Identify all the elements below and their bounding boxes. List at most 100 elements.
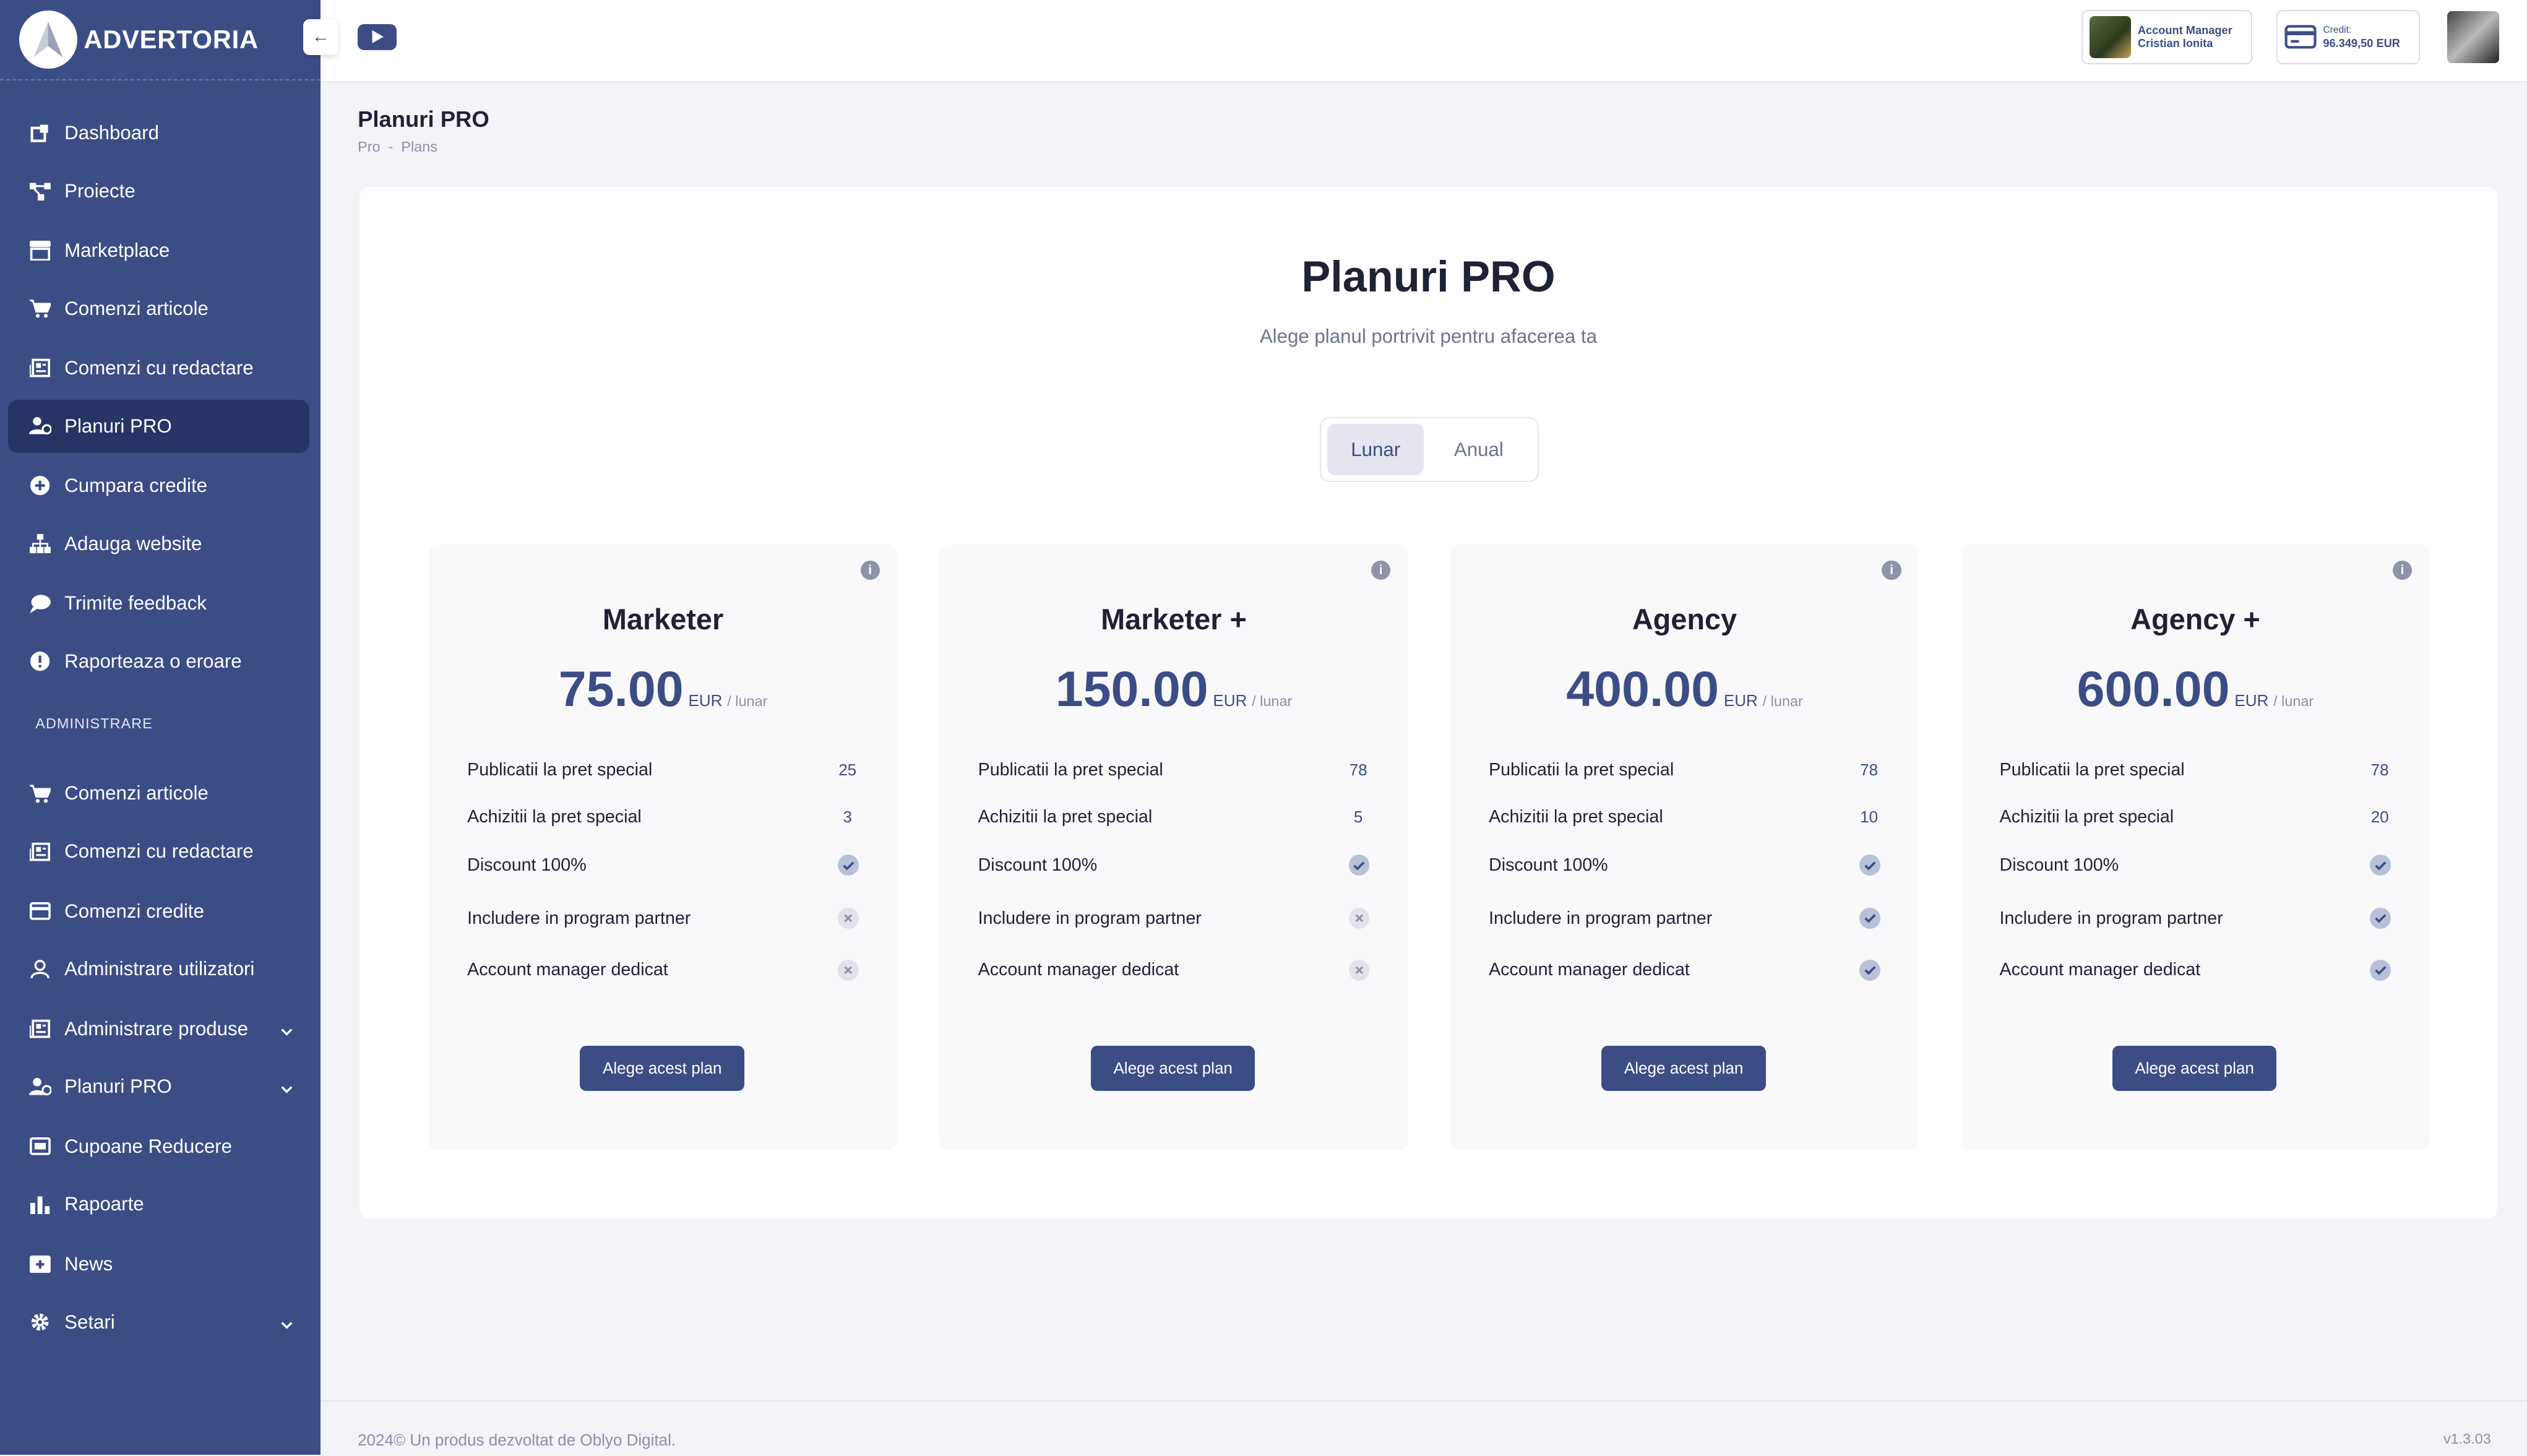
user-shield-icon (28, 1075, 52, 1098)
sidebar-item-label: Administrare utilizatori (64, 958, 255, 980)
sidebar-item-label: Comenzi cu redactare (64, 357, 254, 379)
toggle-option-lunar[interactable]: Lunar (1327, 423, 1424, 476)
sidebar-item-admin-rapoarte[interactable]: Rapoarte (8, 1178, 309, 1231)
sidebar-item-proiecte[interactable]: Proiecte (8, 165, 309, 218)
price-currency: EUR (2234, 691, 2269, 710)
plan-price: 75.00 EUR / lunar (429, 661, 898, 718)
user-avatar[interactable] (2447, 11, 2499, 63)
chevron-down-icon[interactable] (280, 1078, 293, 1100)
check-icon (2370, 855, 2391, 876)
account-manager-card[interactable]: Account Manager Cristian Ionita (2081, 9, 2253, 65)
sidebar-item-comenzi-redactare[interactable]: Comenzi cu redactare (8, 342, 309, 395)
sidebar-item-label: Comenzi articole (64, 782, 209, 804)
sidebar-item-trimite-feedback[interactable]: Trimite feedback (8, 577, 309, 630)
sidebar-item-label: Administrare produse (64, 1017, 249, 1040)
info-icon[interactable]: i (1882, 561, 1901, 580)
price-currency: EUR (1723, 691, 1758, 710)
feature-row: Includere in program partner (1489, 902, 1880, 934)
sidebar-item-raporteaza-eroare[interactable]: Raporteaza o eroare (8, 635, 309, 688)
cart-icon (29, 297, 51, 319)
feature-value: 78 (1860, 760, 1879, 780)
sidebar-item-admin-comenzi-redactare[interactable]: Comenzi cu redactare (8, 825, 309, 878)
sidebar-item-label: Proiecte (64, 179, 136, 202)
plan-card-agency: i Agency 400.00 EUR / lunar Publicatii l… (1450, 545, 1919, 1151)
sidebar-item-cumpara-credite[interactable]: Cumpara credite (8, 459, 309, 512)
feature-label: Achizitii la pret special (1489, 806, 1663, 827)
price-period: / lunar (1762, 692, 1803, 709)
feature-label: Discount 100% (467, 855, 587, 875)
chevron-down-icon[interactable] (280, 1020, 293, 1042)
feature-row: Account manager dedicat (2000, 954, 2391, 986)
choose-plan-button[interactable]: Alege acest plan (1601, 1045, 1766, 1091)
breadcrumb-separator: - (388, 138, 394, 155)
user-shield-icon (28, 415, 52, 437)
feature-row: Account manager dedicat (467, 954, 859, 986)
sidebar-item-label: Rapoarte (64, 1193, 144, 1215)
feature-label: Publicatii la pret special (1999, 760, 2185, 780)
sidebar-item-admin-produse[interactable]: Administrare produse (8, 1002, 309, 1056)
check-icon (2370, 959, 2391, 981)
plan-price: 400.00 EUR / lunar (1450, 661, 1919, 718)
info-icon[interactable]: i (1371, 561, 1391, 580)
feature-row: Achizitii la pret special 5 (978, 801, 1370, 833)
price-period: / lunar (1252, 692, 1293, 709)
sidebar-item-admin-comenzi-articole[interactable]: Comenzi articole (8, 767, 309, 821)
choose-plan-button[interactable]: Alege acest plan (580, 1045, 745, 1091)
sidebar-item-comenzi-articole[interactable]: Comenzi articole (8, 282, 309, 335)
sidebar-item-label: Adauga website (64, 532, 202, 554)
sidebar-item-label: Comenzi articole (64, 297, 209, 319)
feature-row: Publicatii la pret special 78 (1489, 754, 1880, 786)
cart-icon (29, 782, 51, 804)
sidebar-item-admin-cupoane[interactable]: Cupoane Reducere (8, 1120, 309, 1173)
credit-label: Credit: (2323, 25, 2352, 36)
sidebar-item-admin-utilizatori[interactable]: Administrare utilizatori (8, 942, 309, 996)
play-icon (372, 30, 384, 44)
check-icon (838, 855, 859, 876)
account-manager-avatar (2089, 16, 2132, 58)
feature-value: 25 (838, 760, 857, 780)
credit-balance-card[interactable]: Credit: 96.349,50 EUR (2276, 9, 2421, 65)
choose-plan-button[interactable]: Alege acest plan (2112, 1045, 2277, 1091)
cross-icon (838, 959, 859, 981)
choose-plan-button[interactable]: Alege acest plan (1090, 1045, 1255, 1091)
sidebar-item-label: Raporteaza o eroare (64, 650, 242, 672)
feature-label: Achizitii la pret special (1999, 806, 2174, 827)
arrow-left-icon: ← (311, 27, 330, 47)
sidebar-item-planuri-pro[interactable]: Planuri PRO (8, 399, 309, 453)
sidebar-item-admin-planuri-pro[interactable]: Planuri PRO (8, 1060, 309, 1113)
sidebar-item-marketplace[interactable]: Marketplace (8, 224, 309, 277)
breadcrumb-item-pro[interactable]: Pro (358, 139, 380, 155)
credit-value: 96.349,50 EUR (2323, 37, 2400, 50)
sidebar-item-dashboard[interactable]: Dashboard (8, 106, 309, 160)
price-value: 150.00 (1055, 661, 1208, 717)
feature-value: 5 (1353, 807, 1363, 826)
feature-value: 20 (2370, 807, 2389, 826)
footer-copyright: 2024© Un produs dezvoltat de Oblyo Digit… (358, 1431, 676, 1450)
feature-row: Account manager dedicat (978, 954, 1370, 986)
sidebar-item-admin-comenzi-credite[interactable]: Comenzi credite (8, 885, 309, 938)
logo[interactable]: ADVERTORIA (0, 0, 321, 81)
footer-version: v1.3.03 (2443, 1431, 2491, 1447)
newspaper-icon (29, 1017, 51, 1040)
sidebar-item-admin-setari[interactable]: Setari (8, 1296, 309, 1349)
plan-name: Agency (1632, 603, 1737, 635)
coupon-icon (29, 1135, 51, 1158)
feature-row: Includere in program partner (978, 902, 1370, 934)
sidebar-item-label: Comenzi credite (64, 900, 204, 922)
info-icon[interactable]: i (860, 561, 880, 580)
chevron-down-icon[interactable] (280, 1313, 293, 1335)
sidebar-item-admin-news[interactable]: News (8, 1238, 309, 1291)
video-tutorial-button[interactable] (358, 24, 397, 50)
chat-icon (29, 592, 51, 614)
plan-price: 150.00 EUR / lunar (939, 661, 1408, 718)
info-icon[interactable]: i (2392, 561, 2413, 580)
sidebar-item-adauga-website[interactable]: Adauga website (8, 517, 309, 571)
hero-title: Planuri PRO (1301, 252, 1556, 301)
check-icon (1859, 908, 1880, 929)
feature-row: Achizitii la pret special 20 (2000, 801, 2391, 833)
feature-row: Achizitii la pret special 3 (467, 801, 859, 833)
collapse-sidebar-button[interactable]: ← (303, 19, 338, 55)
user-icon (29, 958, 51, 980)
feature-label: Discount 100% (978, 855, 1098, 875)
toggle-option-anual[interactable]: Anual (1431, 424, 1527, 475)
